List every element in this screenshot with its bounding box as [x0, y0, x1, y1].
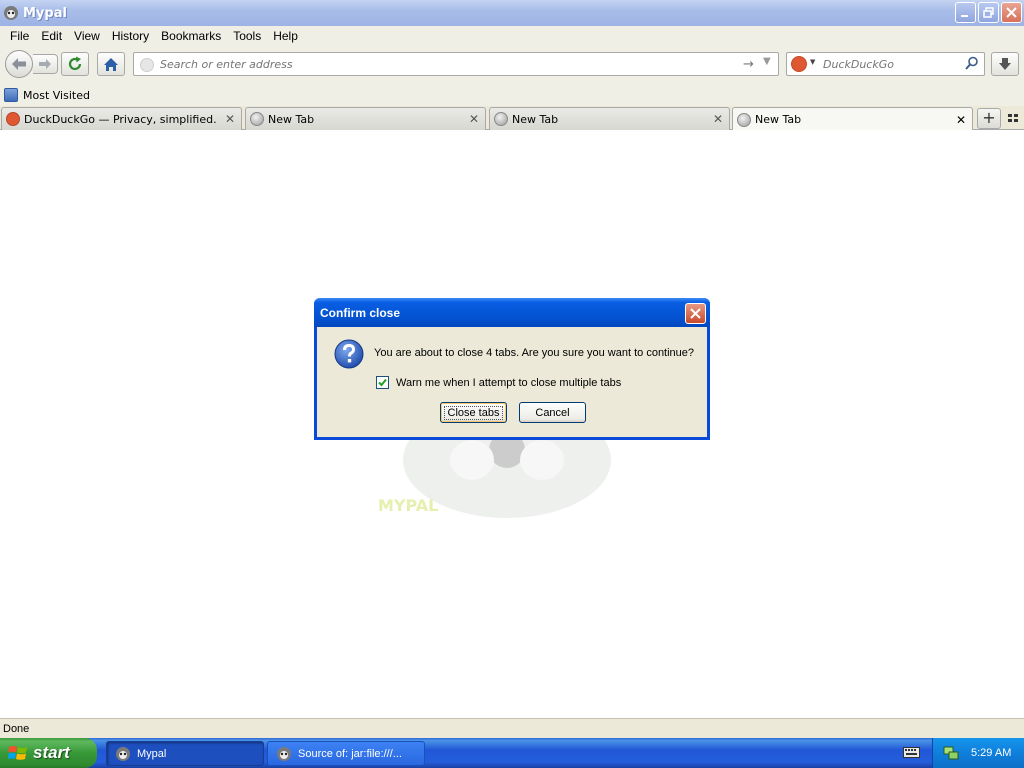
tab-close-icon[interactable]: ✕: [223, 112, 237, 126]
tab-label: DuckDuckGo — Privacy, simplified.: [24, 112, 217, 126]
restore-button[interactable]: [978, 2, 999, 23]
home-button[interactable]: [97, 52, 125, 76]
close-tabs-button[interactable]: Close tabs: [440, 402, 507, 423]
menu-help[interactable]: Help: [267, 29, 304, 43]
clock[interactable]: 5:29 AM: [971, 747, 1011, 759]
bookmark-most-visited[interactable]: Most Visited: [4, 88, 90, 102]
url-dropdown-icon[interactable]: ▼: [763, 56, 771, 67]
question-icon: [334, 339, 364, 369]
tab-new-tab-3[interactable]: New Tab ✕: [732, 107, 973, 131]
taskbar-item-mypal[interactable]: Mypal: [106, 741, 264, 766]
tab-close-icon[interactable]: ✕: [711, 112, 725, 126]
warn-checkbox-label: Warn me when I attempt to close multiple…: [396, 376, 622, 389]
search-input[interactable]: [823, 57, 963, 72]
bookmarks-toolbar: Most Visited: [0, 84, 1024, 106]
keyboard-icon[interactable]: [903, 745, 920, 759]
tab-close-icon[interactable]: ✕: [467, 112, 481, 126]
menu-bar: File Edit View History Bookmarks Tools H…: [0, 26, 1024, 46]
tab-label: New Tab: [512, 112, 559, 126]
duckduckgo-engine-icon[interactable]: [791, 56, 807, 72]
download-icon: [999, 58, 1011, 70]
menu-bookmarks[interactable]: Bookmarks: [155, 29, 227, 43]
close-window-button[interactable]: [1001, 2, 1022, 23]
start-button[interactable]: start: [0, 738, 97, 768]
menu-file[interactable]: File: [4, 29, 35, 43]
mypal-watermark-text: MYPAL: [378, 496, 439, 515]
navigation-toolbar: → ▼ ▼: [0, 46, 1024, 84]
duckduckgo-icon: [6, 112, 20, 126]
search-bar[interactable]: ▼: [786, 52, 985, 76]
cancel-label: Cancel: [535, 406, 570, 419]
tab-label: New Tab: [268, 112, 315, 126]
tab-strip: DuckDuckGo — Privacy, simplified. ✕ New …: [0, 106, 1024, 131]
menu-view[interactable]: View: [68, 29, 106, 43]
tab-new-tab-2[interactable]: New Tab ✕: [489, 107, 730, 130]
mypal-app-icon: [277, 746, 291, 761]
close-icon: [1006, 7, 1017, 18]
close-icon: [690, 308, 701, 319]
menu-history[interactable]: History: [106, 29, 155, 43]
cancel-button[interactable]: Cancel: [519, 402, 586, 423]
dialog-title: Confirm close: [320, 306, 401, 320]
url-input[interactable]: [160, 57, 730, 72]
engine-dropdown-icon[interactable]: ▼: [810, 58, 815, 66]
confirm-close-dialog: Confirm close You are about to close 4 t…: [314, 298, 710, 440]
minimize-button[interactable]: [955, 2, 976, 23]
window-title: Mypal: [23, 5, 67, 21]
reload-icon: [68, 56, 82, 71]
back-arrow-icon: [12, 58, 26, 70]
warn-checkbox-row[interactable]: Warn me when I attempt to close multiple…: [376, 376, 621, 389]
forward-arrow-icon: [39, 59, 51, 69]
forward-button[interactable]: [33, 54, 58, 74]
dialog-title-bar[interactable]: Confirm close: [314, 298, 710, 327]
most-visited-icon: [4, 88, 18, 102]
list-all-tabs-icon[interactable]: [1006, 111, 1020, 125]
task-label: Mypal: [137, 747, 167, 760]
start-label: start: [33, 743, 70, 762]
windows-logo-icon: [8, 746, 27, 760]
status-bar: Done: [0, 718, 1024, 738]
tab-new-tab-1[interactable]: New Tab ✕: [245, 107, 486, 130]
system-tray: 5:29 AM: [932, 738, 1024, 768]
tab-label: New Tab: [755, 113, 802, 126]
title-bar[interactable]: Mypal: [0, 0, 1024, 26]
task-label: Source of: jar:file:///...: [298, 747, 402, 760]
taskbar: start Mypal Source of: jar:file:///... 5…: [0, 738, 1024, 768]
go-arrow-icon[interactable]: →: [743, 57, 754, 72]
close-tabs-label: Close tabs: [443, 405, 504, 420]
status-text: Done: [3, 722, 30, 735]
network-icon[interactable]: [943, 745, 959, 761]
site-identity-icon[interactable]: [140, 58, 154, 72]
downloads-button[interactable]: [991, 52, 1019, 76]
restore-icon: [983, 7, 994, 18]
search-icon[interactable]: [965, 56, 979, 70]
back-forward-group: [5, 50, 58, 78]
warn-checkbox[interactable]: [376, 376, 389, 389]
bookmark-label: Most Visited: [23, 88, 90, 102]
reload-button[interactable]: [61, 52, 89, 76]
globe-icon: [494, 112, 508, 126]
home-icon: [104, 57, 118, 71]
tab-close-icon[interactable]: ✕: [954, 113, 968, 127]
minimize-icon: [961, 15, 968, 17]
checkmark-icon: [378, 378, 387, 387]
back-button[interactable]: [5, 50, 33, 78]
url-bar[interactable]: → ▼: [133, 52, 779, 76]
taskbar-item-source[interactable]: Source of: jar:file:///...: [267, 741, 425, 766]
plus-icon: +: [982, 108, 996, 127]
mypal-app-icon: [116, 746, 130, 761]
dialog-message: You are about to close 4 tabs. Are you s…: [374, 347, 695, 359]
globe-icon: [250, 112, 264, 126]
dialog-close-button[interactable]: [685, 303, 706, 324]
menu-edit[interactable]: Edit: [35, 29, 68, 43]
mypal-app-icon: [4, 6, 18, 20]
new-tab-button[interactable]: +: [977, 108, 1001, 129]
window-controls: [955, 2, 1022, 23]
menu-tools[interactable]: Tools: [227, 29, 267, 43]
globe-icon: [737, 112, 751, 127]
tab-duckduckgo[interactable]: DuckDuckGo — Privacy, simplified. ✕: [1, 107, 242, 130]
